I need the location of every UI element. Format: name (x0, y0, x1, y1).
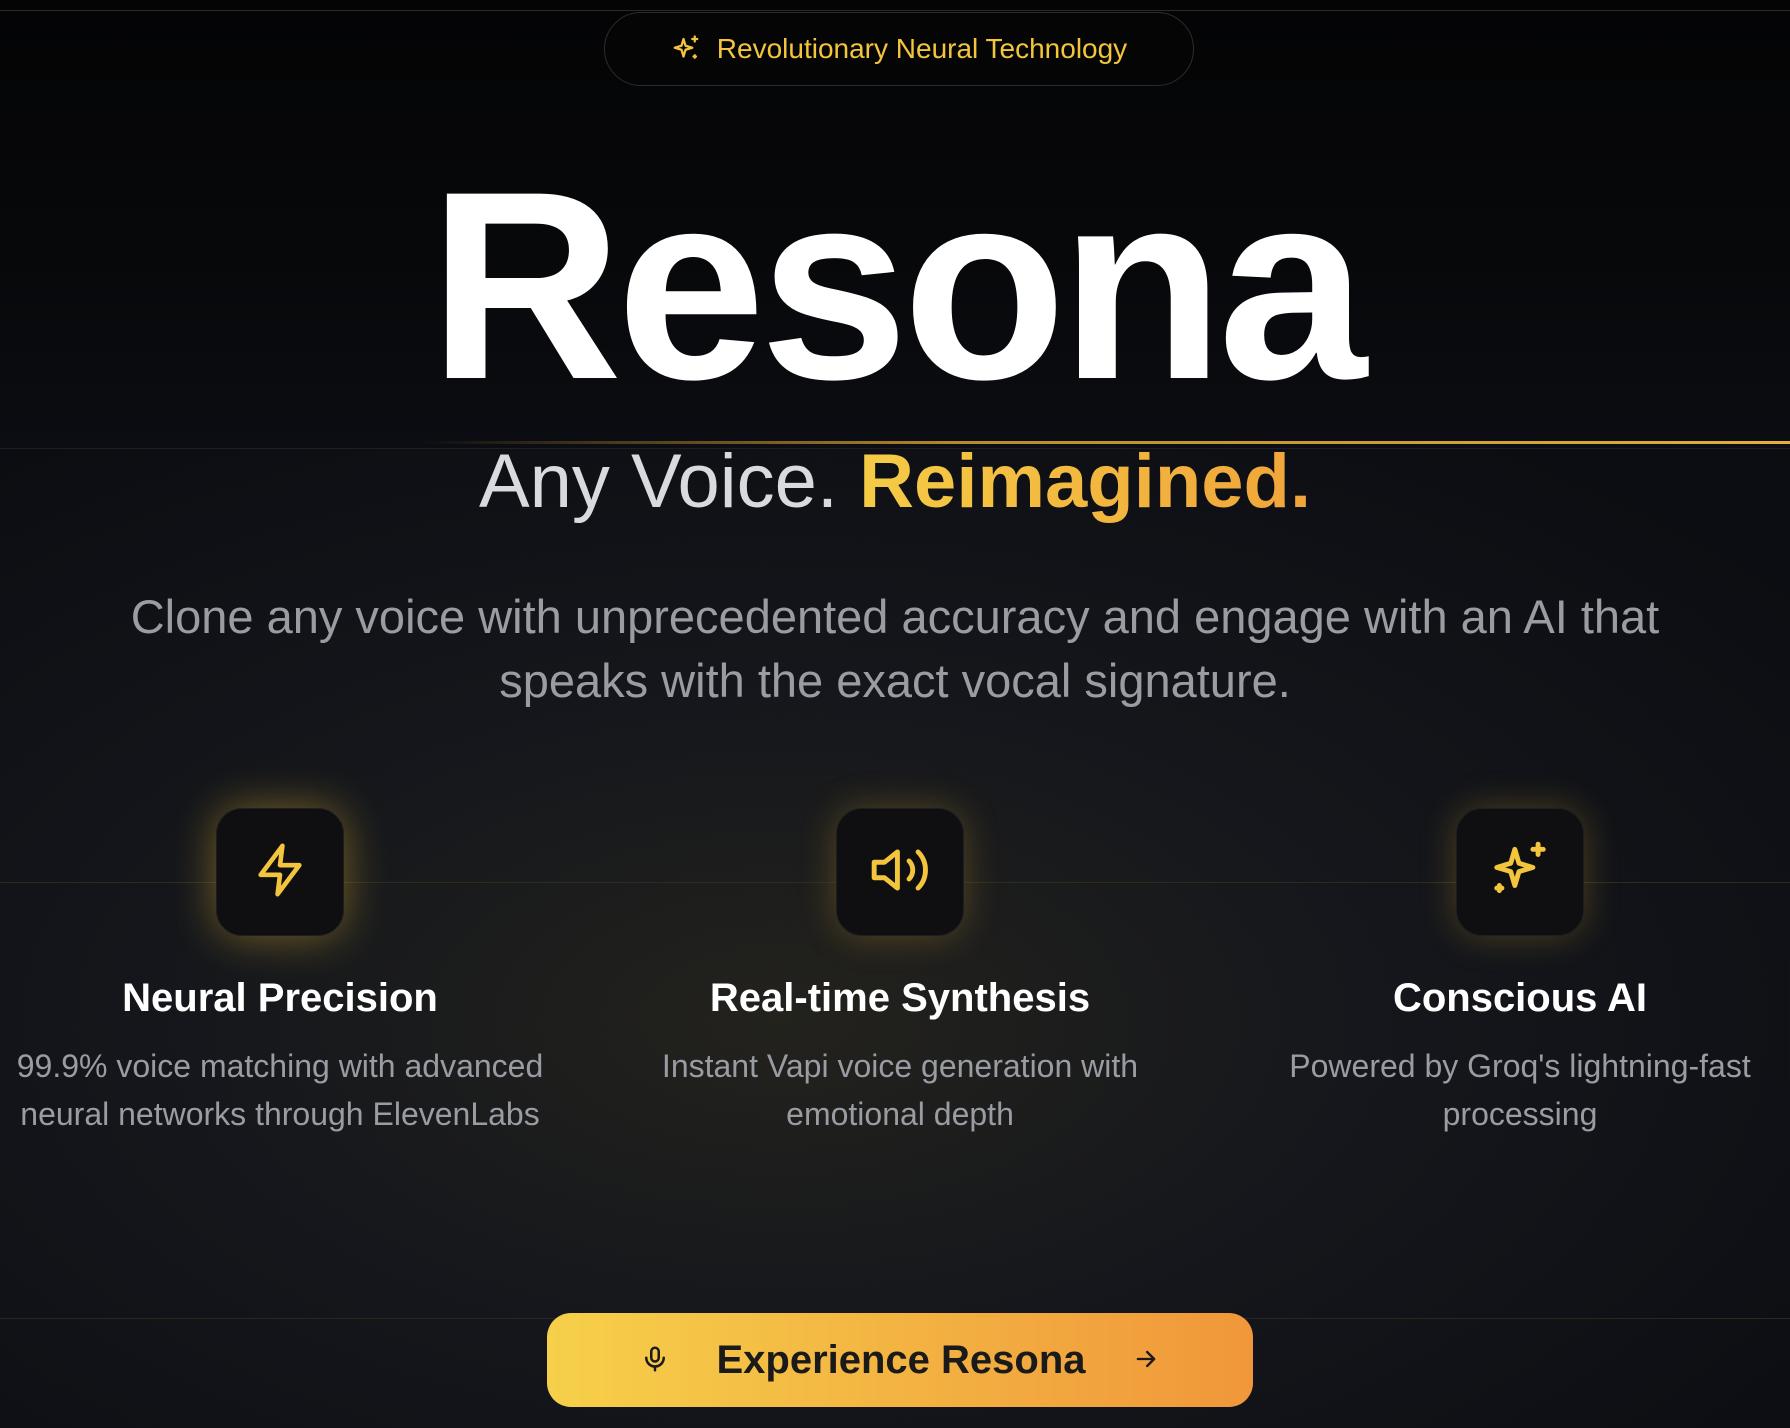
badge-label: Revolutionary Neural Technology (716, 33, 1128, 64)
tagline: Any Voice. Reimagined. (0, 440, 1790, 524)
arrow-right-icon (1132, 1345, 1160, 1376)
experience-resona-button[interactable]: Experience Resona (547, 1313, 1253, 1407)
cta-label: Experience Resona (716, 1337, 1086, 1382)
sparkles-icon (1489, 839, 1551, 906)
feature-title: Real-time Synthesis (709, 976, 1091, 1020)
feature-icon-box (1456, 808, 1584, 936)
feature-conscious-ai: Conscious AI Powered by Groq's lightning… (1240, 808, 1790, 1138)
feature-description: Instant Vapi voice generation with emoti… (661, 1048, 1139, 1132)
sparkles-icon (671, 34, 701, 64)
feature-realtime-synthesis: Real-time Synthesis Instant Vapi voice g… (620, 808, 1180, 1138)
lightning-icon (251, 841, 309, 904)
tagline-prefix: Any Voice. (478, 439, 860, 524)
tagline-accent: Reimagined. (859, 439, 1312, 524)
microphone-icon (640, 1344, 670, 1377)
feature-icon-box (216, 808, 344, 936)
feature-description: Powered by Groq's lightning-fast process… (1289, 1048, 1751, 1132)
hero-description: Clone any voice with unprecedented accur… (130, 590, 1660, 707)
speaker-icon (869, 839, 931, 906)
feature-title: Neural Precision (122, 976, 438, 1020)
feature-icon-box (836, 808, 964, 936)
top-divider (0, 10, 1790, 11)
feature-description: 99.9% voice matching with advanced neura… (16, 1048, 544, 1132)
feature-neural-precision: Neural Precision 99.9% voice matching wi… (0, 808, 560, 1138)
announcement-badge: Revolutionary Neural Technology (604, 12, 1194, 86)
hero-title: Resona (428, 135, 1367, 435)
feature-title: Conscious AI (1392, 976, 1648, 1020)
